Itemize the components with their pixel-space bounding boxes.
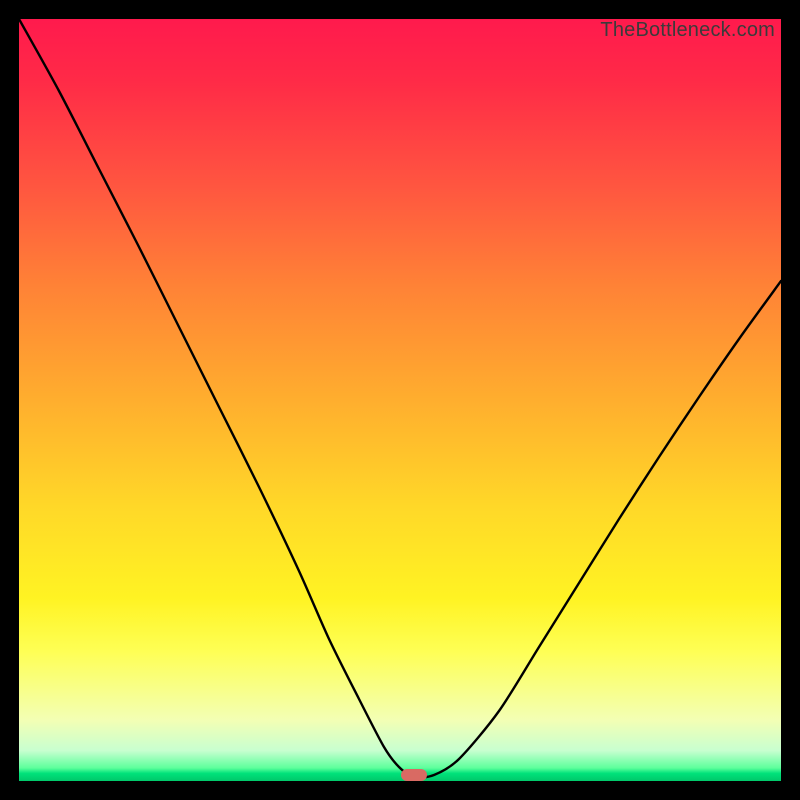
watermark-text: TheBottleneck.com: [600, 19, 775, 42]
plot-area: TheBottleneck.com: [19, 19, 781, 781]
chart-frame: TheBottleneck.com: [0, 0, 800, 800]
optimum-marker: [401, 769, 427, 781]
bottleneck-curve: [19, 19, 781, 781]
